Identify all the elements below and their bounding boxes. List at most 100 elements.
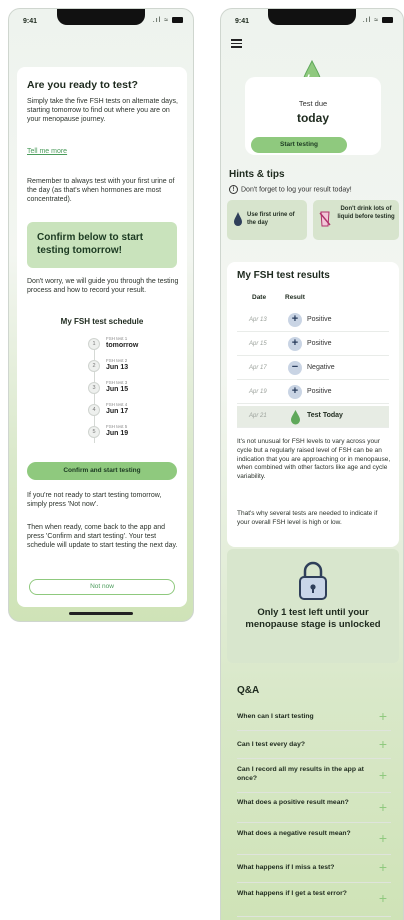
result-row-today[interactable]: Apr 21 Test Today — [237, 406, 389, 428]
result-row: Apr 17 − Negative — [237, 358, 389, 380]
phone-screen-ready-to-test: 9:41 .ıl ≈ Are you ready to test? Simply… — [8, 8, 194, 622]
schedule-item: 5 FSH test 5 Jun 19 — [88, 423, 184, 443]
start-testing-button[interactable]: Start testing — [251, 137, 347, 153]
step-number: 1 — [88, 338, 100, 350]
qa-title: Q&A — [237, 685, 260, 696]
expand-plus-icon[interactable]: + — [379, 799, 387, 815]
expand-plus-icon[interactable]: + — [379, 859, 387, 875]
result-value: Test Today — [307, 412, 343, 419]
step-date: Jun 17 — [106, 408, 129, 415]
qa-question: What does a negative result mean? — [237, 830, 351, 837]
phone-screen-test-dashboard: 9:41 .ıl ≈ Test due today Start testing … — [220, 8, 404, 920]
qa-question: What happens if I get a test error? — [237, 890, 347, 897]
menu-icon[interactable] — [231, 39, 242, 50]
come-back-note: Then when ready, come back to the app an… — [27, 524, 178, 550]
tip-text: Don't drink lots of liquid before testin… — [337, 206, 395, 220]
lock-icon — [299, 561, 327, 600]
result-date: Apr 21 — [249, 413, 267, 419]
tell-me-more-link[interactable]: Tell me more — [27, 148, 67, 155]
step-number: 5 — [88, 426, 100, 438]
schedule-item: 3 FSH test 3 Jun 15 — [88, 379, 184, 399]
schedule-item: 4 FSH test 4 Jun 17 — [88, 401, 184, 421]
step-date: tomorrow — [106, 342, 139, 349]
battery-icon — [382, 17, 393, 24]
step-number: 3 — [88, 382, 100, 394]
status-time: 9:41 — [235, 18, 250, 25]
status-time: 9:41 — [23, 18, 38, 25]
expand-plus-icon[interactable]: + — [379, 708, 387, 724]
qa-item[interactable]: Can I test every day? + — [237, 731, 391, 759]
result-value: Positive — [307, 340, 332, 347]
not-now-button[interactable]: Not now — [29, 579, 175, 595]
confirm-and-start-button[interactable]: Confirm and start testing — [27, 462, 177, 480]
qa-item[interactable]: What does a positive result mean? + — [237, 793, 391, 823]
qa-question: What does a positive result mean? — [237, 799, 349, 806]
step-label: FSH test 5 — [106, 424, 128, 429]
unlock-progress-card: Only 1 test left until your menopause st… — [227, 549, 399, 663]
step-label: FSH test 4 — [106, 402, 128, 407]
hints-title: Hints & tips — [229, 169, 285, 180]
unlock-message: Only 1 test left until your menopause st… — [245, 607, 381, 630]
guide-note: Don't worry, we will guide you through t… — [27, 278, 179, 295]
result-date: Apr 17 — [249, 365, 267, 371]
expand-plus-icon[interactable]: + — [379, 890, 387, 906]
device-notch — [57, 9, 145, 25]
result-row: Apr 13 + Positive — [237, 310, 389, 332]
intro-text: Simply take the five FSH tests on altern… — [27, 98, 178, 124]
signal-icon: .ıl — [152, 17, 162, 24]
schedule-item: 1 FSH test 1 tomorrow — [88, 335, 184, 355]
result-date: Apr 15 — [249, 341, 267, 347]
test-due-value: today — [296, 111, 329, 125]
qa-item[interactable]: What does a negative result mean? + — [237, 823, 391, 855]
minus-icon: − — [288, 361, 302, 375]
result-value: Positive — [307, 316, 332, 323]
step-date: Jun 13 — [106, 364, 129, 371]
plus-icon: + — [288, 385, 302, 399]
alert-icon: ! — [229, 185, 238, 194]
confirm-callout-text: Confirm below to start testing tomorrow! — [37, 232, 144, 256]
schedule-title: My FSH test schedule — [60, 317, 144, 326]
status-bar: 9:41 .ıl ≈ — [9, 9, 193, 31]
plus-icon: + — [288, 313, 302, 327]
result-value: Negative — [307, 364, 335, 371]
schedule-item: 2 FSH test 2 Jun 13 — [88, 357, 184, 377]
expand-plus-icon[interactable]: + — [379, 767, 387, 783]
status-icons: .ıl ≈ — [153, 17, 183, 24]
hints-note-text: Don't forget to log your result today! — [241, 186, 352, 194]
explanation-text: It's not unusual for FSH levels to vary … — [237, 438, 391, 481]
ready-to-test-card: Are you ready to test? Simply take the f… — [17, 67, 187, 607]
fsh-results-card: My FSH test results Date Result Apr 13 +… — [227, 262, 399, 547]
wifi-icon: ≈ — [164, 17, 170, 24]
qa-question: Can I test every day? — [237, 741, 305, 748]
confirm-callout: Confirm below to start testing tomorrow! — [27, 222, 177, 268]
plus-icon: + — [288, 337, 302, 351]
device-notch — [268, 9, 356, 25]
step-date: Jun 19 — [106, 430, 129, 437]
step-number: 4 — [88, 404, 100, 416]
qa-item[interactable]: Can I record all my results in the app a… — [237, 759, 391, 793]
qa-question: Can I record all my results in the app a… — [237, 766, 364, 782]
column-header-result: Result — [285, 294, 305, 301]
test-due-label: Test due — [298, 99, 328, 108]
result-row: Apr 15 + Positive — [237, 334, 389, 356]
qa-question: What happens if I miss a test? — [237, 864, 335, 871]
explanation-text-2: That's why several tests are needed to i… — [237, 510, 378, 526]
signal-icon: .ıl — [362, 17, 372, 24]
step-date: Jun 15 — [106, 386, 129, 393]
hints-note: ! Don't forget to log your result today! — [229, 185, 352, 194]
tip-text: Use first urine of the day — [247, 212, 295, 226]
battery-icon — [172, 17, 183, 24]
qa-item[interactable]: What happens if I get a test error? + — [237, 883, 391, 917]
qa-item[interactable]: When can I start testing + — [237, 705, 391, 731]
expand-plus-icon[interactable]: + — [379, 736, 387, 752]
column-header-date: Date — [252, 294, 267, 301]
droplet-icon — [291, 410, 300, 425]
qa-item[interactable]: What happens if I miss a test? + — [237, 855, 391, 883]
tip-card: Use first urine of the day — [227, 200, 307, 240]
tip-card: Don't drink lots of liquid before testin… — [313, 200, 399, 240]
first-urine-note: Remember to always test with your first … — [27, 178, 175, 204]
droplet-icon — [234, 212, 242, 226]
status-icons: .ıl ≈ — [363, 17, 393, 24]
expand-plus-icon[interactable]: + — [379, 830, 387, 846]
home-indicator — [69, 612, 133, 615]
